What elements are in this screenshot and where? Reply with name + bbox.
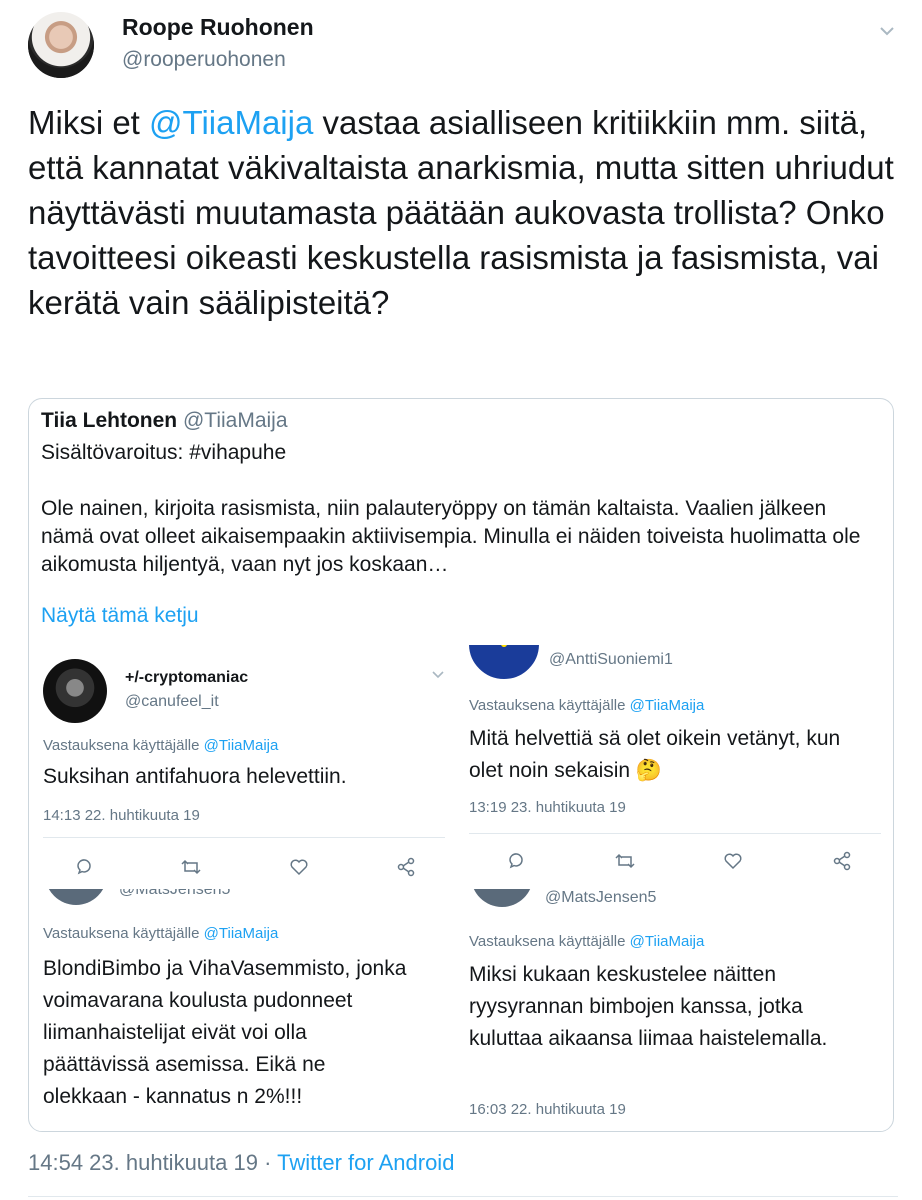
reply-icon <box>501 851 531 875</box>
retweet-icon <box>176 857 206 881</box>
embedded-reply-cryptomaniac: +/-cryptomaniac @canufeel_it Vastauksena… <box>33 645 459 895</box>
reply-actions <box>69 857 421 881</box>
source-link[interactable]: Twitter for Android <box>277 1150 454 1175</box>
reply-author-handle: @canufeel_it <box>125 693 219 710</box>
reply-text: BlondiBimbo ja VihaVasemmisto, jonka voi… <box>43 957 407 1108</box>
avatar <box>469 645 539 679</box>
reply-to-prefix: Vastauksena käyttäjälle <box>469 697 630 714</box>
author-name[interactable]: Roope Ruohonen <box>122 14 314 41</box>
avatar <box>45 889 107 905</box>
tweet-text: Miksi et @TiiaMaija vastaa asialliseen k… <box>28 100 898 325</box>
reply-author-handle: @MatsJensen5 <box>545 889 657 906</box>
reply-time: 16:03 22. huhtikuuta 19 <box>469 1101 626 1118</box>
divider <box>43 837 445 838</box>
tweet-timestamp: 14:54 23. huhtikuuta 19 · Twitter for An… <box>28 1150 454 1176</box>
quoted-tweet-header: Tiia Lehtonen @TiiaMaija <box>41 409 288 433</box>
embedded-reply-matsjensen-1: @MatsJensen5 Vastauksena käyttäjälle @Ti… <box>33 889 459 1131</box>
quoted-author-name: Tiia Lehtonen <box>41 409 178 432</box>
reply-to-prefix: Vastauksena käyttäjälle <box>43 925 204 942</box>
embedded-reply-matsjensen-2: @MatsJensen5 Vastauksena käyttäjälle @Ti… <box>465 889 889 1131</box>
divider <box>28 1196 898 1197</box>
reply-to-mention: @TiiaMaija <box>203 737 279 754</box>
reply-to-line: Vastauksena käyttäjälle @TiiaMaija <box>469 933 704 950</box>
reply-time: 14:13 22. huhtikuuta 19 <box>43 807 200 824</box>
quoted-tweet-text: Sisältövaroitus: #vihapuhe Ole nainen, k… <box>41 441 861 576</box>
divider <box>469 833 881 834</box>
avatar <box>471 889 533 907</box>
reply-author-handle: @MatsJensen5 <box>119 889 231 898</box>
retweet-icon <box>610 851 640 875</box>
reply-to-line: Vastauksena käyttäjälle @TiiaMaija <box>43 737 278 754</box>
timestamp-text[interactable]: 14:54 23. huhtikuuta 19 <box>28 1150 258 1175</box>
reply-to-mention: @TiiaMaija <box>629 933 705 950</box>
reply-text: Suksihan antifahuora helevettiin. <box>43 765 347 788</box>
heart-icon <box>718 851 748 875</box>
mention-link[interactable]: @TiiaMaija <box>149 104 313 141</box>
tweet-text-part: Miksi et <box>28 104 150 141</box>
reply-to-prefix: Vastauksena käyttäjälle <box>43 737 204 754</box>
share-icon <box>827 851 857 875</box>
author-avatar[interactable] <box>28 12 94 78</box>
quoted-tweet[interactable]: Tiia Lehtonen @TiiaMaija Sisältövaroitus… <box>28 398 894 1132</box>
reply-text: Miksi kukaan keskustelee näitten ryysyra… <box>469 963 828 1050</box>
chevron-down-icon <box>431 667 445 686</box>
separator: · <box>257 1150 278 1175</box>
share-icon <box>391 857 421 881</box>
reply-actions <box>501 851 857 875</box>
reply-text: Mitä helvettiä sä olet oikein vetänyt, k… <box>469 727 841 782</box>
embedded-reply-anttisuoniemi: @AnttiSuoniemi1 Vastauksena käyttäjälle … <box>465 645 889 895</box>
reply-to-prefix: Vastauksena käyttäjälle <box>469 933 630 950</box>
reply-to-mention: @TiiaMaija <box>203 925 279 942</box>
reply-author-name: +/-cryptomaniac <box>125 669 249 686</box>
heart-icon <box>284 857 314 881</box>
reply-to-mention: @TiiaMaija <box>629 697 705 714</box>
avatar <box>43 659 107 723</box>
show-thread-link[interactable]: Näytä tämä ketju <box>41 604 199 628</box>
chevron-down-icon[interactable] <box>876 20 898 42</box>
reply-to-line: Vastauksena käyttäjälle @TiiaMaija <box>469 697 704 714</box>
reply-time: 13:19 23. huhtikuuta 19 <box>469 799 626 816</box>
quoted-author-handle: @TiiaMaija <box>182 409 288 432</box>
reply-to-line: Vastauksena käyttäjälle @TiiaMaija <box>43 925 278 942</box>
reply-author-handle: @AnttiSuoniemi1 <box>549 651 673 668</box>
author-handle[interactable]: @rooperuohonen <box>122 48 286 72</box>
reply-icon <box>69 857 99 881</box>
